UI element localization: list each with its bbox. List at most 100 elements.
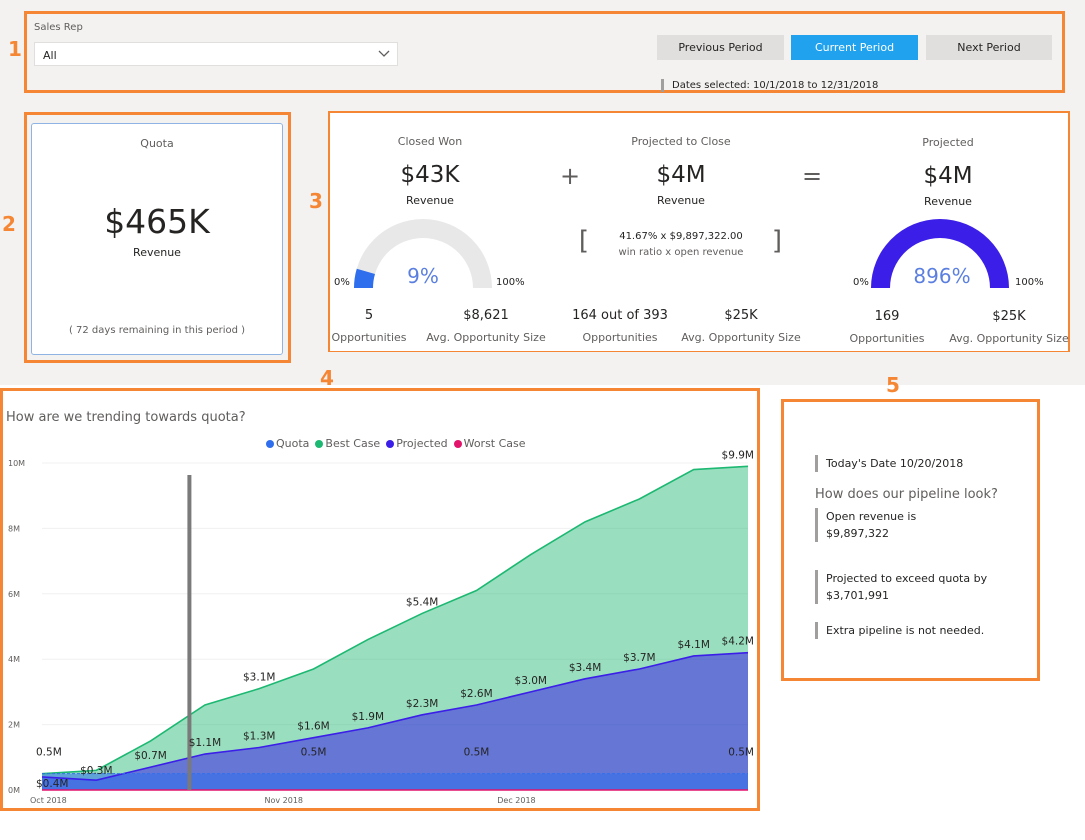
equals-sign: = [801,162,823,190]
projected-subtitle: Revenue [924,195,972,208]
extra-pipeline-text: Extra pipeline is not needed. [815,622,984,639]
data-label: $9.9M [722,450,754,461]
closed-won-gauge-min: 0% [334,277,350,288]
quota-area [42,773,748,790]
projected-gauge-min: 0% [853,277,869,288]
y-tick-label: 4M [8,655,20,664]
projected-to-close-avg-label: Avg. Opportunity Size [681,331,801,344]
data-label: $1.6M [297,721,329,733]
quota-title: Quota [140,137,174,150]
projected-opps-label: Opportunities [849,332,925,345]
data-label: $3.4M [569,662,601,674]
legend-item-quota[interactable]: Quota [266,437,309,450]
projected-to-close-title: Projected to Close [631,135,731,148]
closed-won-avg-value: $8,621 [463,308,509,323]
projected-to-close-avg-value: $25K [724,308,758,323]
legend-label-worst-case: Worst Case [463,437,526,450]
exceed-quota-block: Projected to exceed quota by $3,701,991 [815,570,987,604]
x-tick-label: Dec 2018 [497,796,535,805]
callout-number-5: 5 [886,373,900,397]
closed-won-gauge-label: 9% [407,264,439,288]
closed-won-title: Closed Won [397,135,463,148]
data-label: $1.9M [352,711,384,723]
data-label: $2.6M [460,688,492,700]
legend-item-projected[interactable]: Projected [386,437,448,450]
bracket-left: [ [578,226,590,256]
projected-opps-value: 169 [874,309,900,324]
days-remaining-text: ( 72 days remaining in this period ) [68,325,246,336]
legend-dot-quota [266,440,274,448]
legend-dot-projected [386,440,395,448]
legend-label-best-case: Best Case [325,437,381,450]
legend-dot-best-case [315,440,324,448]
y-tick-label: 10M [8,459,25,468]
win-ratio-formula: 41.67% x $9,897,322.00 [619,231,743,242]
dashboard-page: 1 Sales Rep All Previous Period Current … [0,0,1085,840]
projected-to-close-opps-label: Opportunities [582,331,658,344]
exceed-quota-value: $3,701,991 [826,589,889,602]
projected-to-close-value: $4M [656,162,706,188]
sales-rep-dropdown[interactable]: All [34,42,398,66]
y-tick-label: 8M [8,524,20,533]
open-revenue-label: Open revenue is [826,510,917,523]
data-label: $4.1M [677,639,709,651]
bracket-right: ] [771,226,783,256]
x-tick-label: Oct 2018 [30,796,67,805]
open-revenue-block: Open revenue is $9,897,322 [815,508,916,542]
closed-won-value: $43K [400,162,460,188]
closed-won-opps-label: Opportunities [331,331,407,344]
data-label: $4.2M [722,636,754,648]
projected-avg-label: Avg. Opportunity Size [949,332,1069,345]
data-label: $0.7M [134,750,166,762]
projected-gauge-label: 896% [913,264,971,288]
data-label: $3.1M [243,672,275,684]
sales-rep-label: Sales Rep [34,22,83,33]
data-label: $2.3M [406,698,438,710]
closed-won-opps-value: 5 [364,308,374,323]
projected-to-close-subtitle: Revenue [657,194,705,207]
projected-title: Projected [922,136,974,149]
quota-card: Quota $465K Revenue ( 72 days remaining … [31,123,283,355]
win-ratio-formula-sub: win ratio x open revenue [618,247,744,258]
callout-number-2: 2 [2,212,16,236]
y-tick-label: 6M [8,590,20,599]
legend-dot-worst-case [453,440,462,448]
open-revenue-value: $9,897,322 [826,527,889,540]
callout-number-1: 1 [8,37,22,61]
previous-period-button[interactable]: Previous Period [657,35,784,60]
data-label: $1.3M [243,730,275,742]
dates-selected-text: Dates selected: 10/1/2018 to 12/31/2018 [661,79,878,92]
projected-gauge-max: 100% [1015,277,1044,288]
projected-to-close-opps-value: 164 out of 393 [572,308,668,323]
quota-value: $465K [104,202,210,241]
quota-subtitle: Revenue [133,246,181,259]
trend-chart: 0M 2M 4M 6M 8M 10M Oct 2018 Nov 2018 Dec 2018 0.5… [8,450,754,805]
projected-value: $4M [923,163,973,189]
data-label: $1.1M [189,737,221,749]
closed-won-gauge-max: 100% [496,277,525,288]
closed-won-avg-label: Avg. Opportunity Size [426,331,546,344]
legend-item-worst-case[interactable]: Worst Case [453,437,526,450]
legend-item-best-case[interactable]: Best Case [315,437,380,450]
data-label: $3.0M [515,675,547,687]
data-label: 0.5M [464,747,490,759]
pipeline-question: How does our pipeline look? [815,487,998,502]
y-tick-label: 0M [8,786,20,795]
callout-number-4: 4 [320,366,334,390]
legend-label-projected: Projected [396,437,448,450]
sales-rep-value: All [43,49,57,62]
chart-legend: Quota Best Case Projected Worst Case [266,437,526,450]
y-tick-label: 2M [8,721,20,730]
x-tick-label: Nov 2018 [265,796,304,805]
callout-number-3: 3 [309,189,323,213]
todays-date-text: Today's Date 10/20/2018 [815,455,963,472]
chevron-down-icon [378,50,390,57]
plus-sign: + [559,162,581,190]
next-period-button[interactable]: Next Period [926,35,1052,60]
data-label: 0.5M [36,747,62,759]
closed-won-subtitle: Revenue [406,194,454,207]
data-label: 0.5M [301,747,327,759]
current-period-button[interactable]: Current Period [791,35,918,60]
data-label: $5.4M [406,596,438,608]
legend-label-quota: Quota [276,437,310,450]
